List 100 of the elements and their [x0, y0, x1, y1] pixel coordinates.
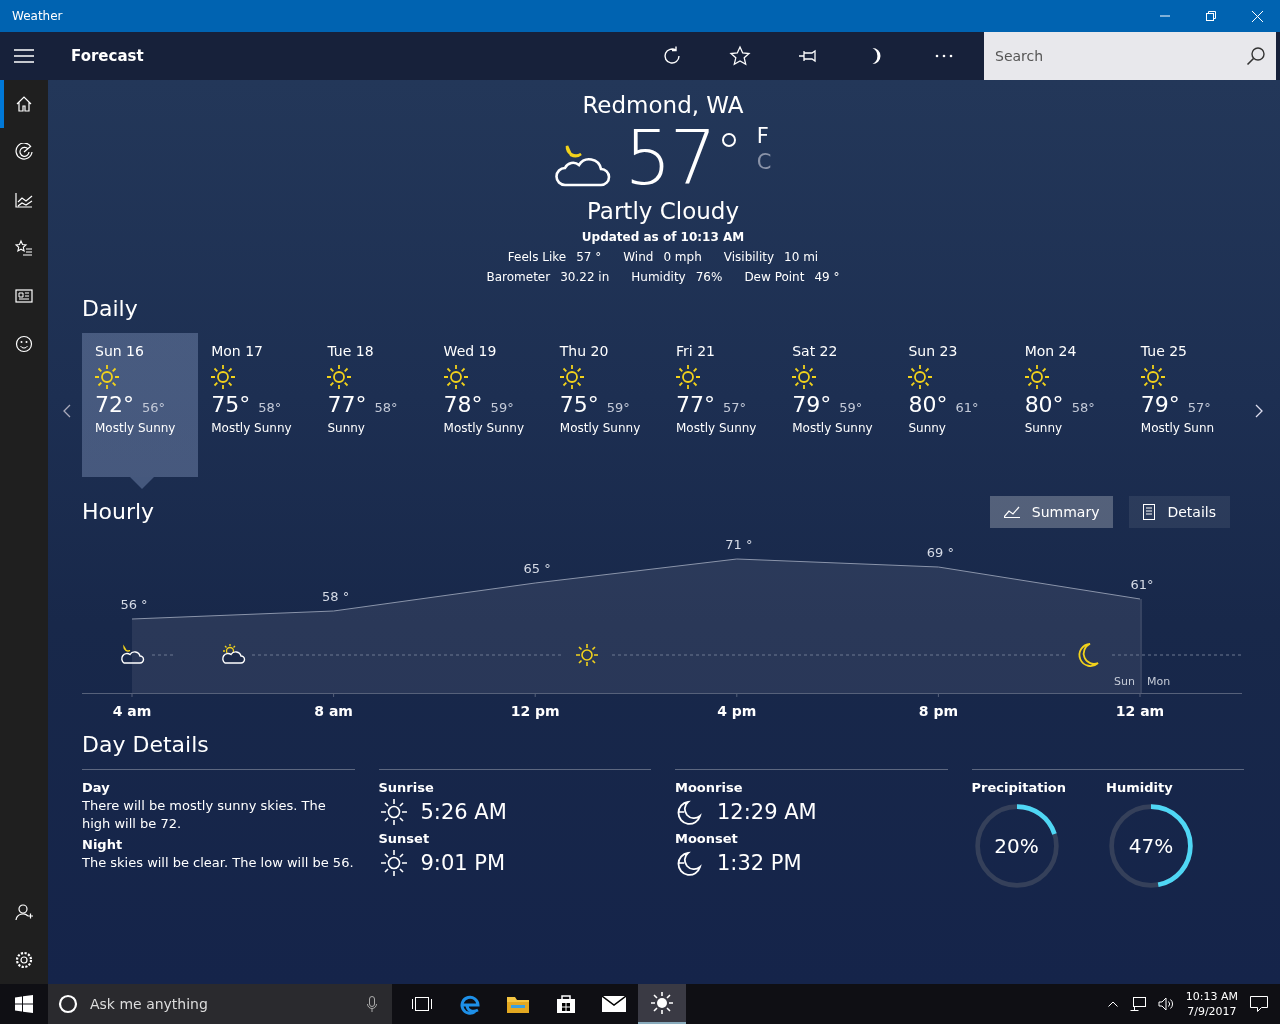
stat-value: 0 mph: [663, 250, 702, 264]
radar-icon: [15, 143, 33, 161]
time-value: 5:26 AM: [420, 800, 507, 824]
temperature-label: 71 °: [725, 537, 753, 552]
sun-icon: [1139, 364, 1166, 390]
view-toggle-button[interactable]: Summary: [989, 495, 1114, 528]
shopping-bag-icon: [556, 994, 576, 1014]
menu-icon: [14, 49, 34, 63]
day-forecast-card[interactable]: Mon 24 80° 58° Sunny: [1011, 333, 1128, 489]
stat-value: 49 °: [814, 270, 840, 284]
weather-app-button[interactable]: [638, 984, 686, 1024]
star-list-icon: [15, 239, 33, 257]
chart-icon: [15, 192, 33, 208]
detail-text: The skies will be clear. The low will be 56.: [82, 854, 355, 872]
sun-icon: [94, 364, 120, 390]
sun-icon: [651, 992, 673, 1014]
sun-cloud-icon: [222, 643, 246, 664]
location-name: Redmond, WA: [582, 92, 744, 118]
clock-date: 7/9/2017: [1187, 1004, 1237, 1019]
detail-label: Precipitation: [971, 780, 1067, 795]
hour-label: 8 pm: [918, 703, 958, 719]
day-forecast-card[interactable]: Sun 23 80° 61° Sunny: [895, 333, 1012, 489]
search-icon: [1246, 46, 1266, 66]
stat-label: Barometer: [486, 270, 551, 284]
day-forecast-card[interactable]: Sun 16 72° 56° Mostly Sunny: [82, 333, 199, 489]
settings-icon: [15, 951, 33, 969]
windows-logo-icon: [15, 995, 33, 1013]
time-value: 9:01 PM: [420, 851, 506, 875]
speaker-icon[interactable]: [1157, 997, 1174, 1011]
day-forecast-card[interactable]: Thu 20 75° 59° Mostly Sunny: [546, 333, 663, 489]
line-chart-icon: [1003, 505, 1020, 518]
detail-label: Sunrise: [378, 780, 435, 795]
sun-icon: [1023, 364, 1050, 390]
star-icon: [729, 45, 751, 67]
taskbar-search-field[interactable]: Ask me anything: [88, 984, 352, 1024]
window-title: Weather: [12, 9, 63, 23]
temperature-label: 56 °: [120, 597, 148, 612]
unit-toggle[interactable]: F: [756, 124, 772, 148]
day-forecast-card[interactable]: Tue 18 77° 58° Sunny: [314, 333, 431, 489]
day-forecast-card[interactable]: Fri 21 77° 57° Mostly Sunny: [663, 333, 780, 489]
detail-text: There will be mostly sunny skies. The high will be 72.: [82, 797, 327, 833]
hour-label: 12 am: [1115, 703, 1165, 719]
home-icon: [16, 96, 32, 112]
stat-label: Visibility: [723, 250, 775, 264]
sun-icon: [675, 364, 701, 390]
stat-label: Wind: [623, 250, 654, 264]
stat-value: 30.22 in: [560, 270, 610, 284]
microphone-button[interactable]: [352, 984, 392, 1024]
temperature-label: 65 °: [523, 561, 551, 576]
hour-label: 8 am: [314, 703, 353, 719]
sun-icon: [378, 848, 409, 878]
day-label: Sun: [1114, 675, 1135, 688]
chevron-left-icon: [63, 404, 71, 418]
current-temperature: 57: [624, 118, 715, 198]
day-forecast-card[interactable]: Wed 19 78° 59° Mostly Sunny: [430, 333, 547, 489]
day-forecast-card[interactable]: Sat 22 79° 59° Mostly Sunny: [779, 333, 896, 489]
day-label: Mon: [1147, 675, 1171, 688]
refresh-icon: [661, 45, 683, 67]
unit-toggle[interactable]: C: [756, 150, 772, 174]
sun-icon: [326, 364, 353, 390]
search-button[interactable]: [1236, 32, 1276, 80]
day-forecast-card[interactable]: Tue 25 79° 57° Mostly Sunn: [1127, 333, 1245, 489]
stat-label: Humidity: [631, 270, 686, 284]
section-title: Hourly: [82, 499, 155, 524]
degree-icon: [720, 132, 737, 148]
temperature-label: 58 °: [322, 589, 350, 604]
section-title: Daily: [82, 296, 139, 321]
clock-time: 10:13 AM: [1185, 989, 1238, 1004]
news-icon: [15, 289, 33, 303]
sun-icon: [442, 364, 469, 390]
sun-icon: [575, 643, 599, 667]
view-toggle-button[interactable]: Details: [1129, 495, 1230, 528]
folder-icon: [507, 995, 529, 1013]
smiley-icon: [15, 335, 33, 353]
stat-label: Dew Point: [744, 270, 805, 284]
envelope-icon: [602, 996, 626, 1012]
close-icon: [1251, 10, 1263, 22]
stat-value: 76%: [695, 270, 723, 284]
ring-value: 20%: [993, 834, 1040, 858]
cortana-button[interactable]: [48, 984, 88, 1024]
detail-label: Moonset: [675, 831, 739, 846]
notification-icon[interactable]: [1250, 996, 1268, 1012]
chevron-right-icon: [1255, 404, 1263, 418]
stat-label: Feels Like: [507, 250, 567, 264]
condition-text: Partly Cloudy: [587, 198, 739, 224]
detail-label: Sunset: [378, 831, 431, 846]
updated-time: Updated as of 10:13 AM: [581, 230, 745, 244]
sun-icon: [907, 364, 934, 390]
search-field[interactable]: Search: [984, 32, 1236, 80]
section-title: Day Details: [82, 732, 210, 757]
day-forecast-card[interactable]: Mon 17 75° 58° Mostly Sunny: [198, 333, 315, 489]
person-add-icon: [15, 903, 33, 921]
temperature-label: 69 °: [926, 545, 954, 560]
task-view-icon: [411, 996, 433, 1012]
temperature-label: 61°: [1130, 577, 1154, 592]
detail-label: Night: [82, 837, 124, 852]
microphone-icon: [367, 996, 377, 1012]
network-icon[interactable]: [1129, 997, 1146, 1011]
chevron-up-icon[interactable]: [1107, 1001, 1118, 1007]
moon-cloud-icon: [121, 646, 145, 664]
